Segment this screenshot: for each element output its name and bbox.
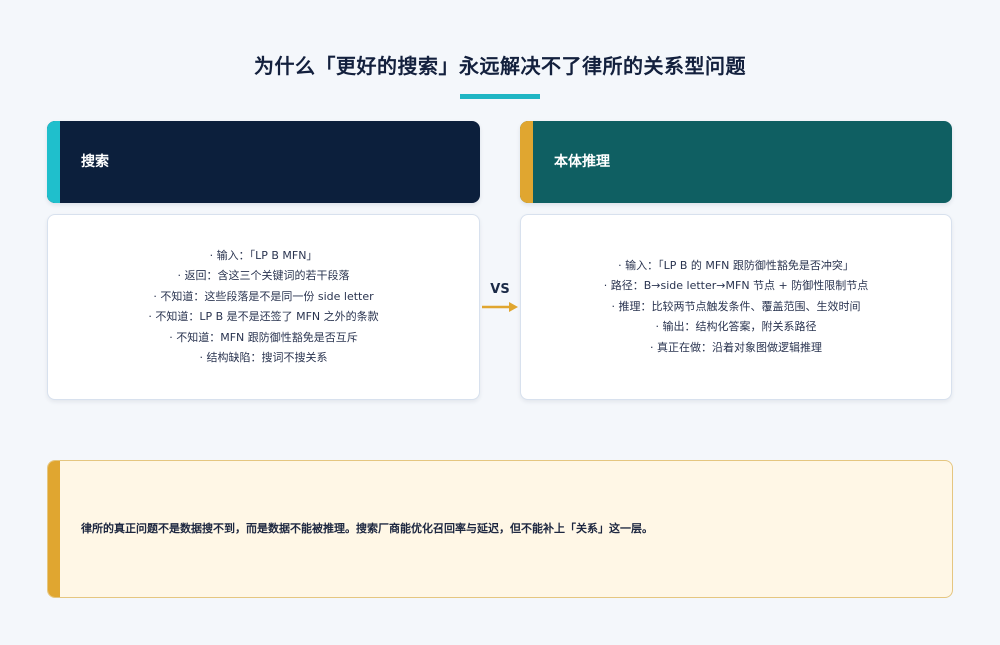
ontology-header-card: 本体推理 <box>520 121 952 203</box>
vs-label: VS <box>490 282 510 297</box>
search-detail-line: · 不知道：LP B 是不是还签了 MFN 之外的条款 <box>148 310 379 323</box>
search-detail-line: · 返回：含这三个关键词的若干段落 <box>177 269 350 282</box>
search-header-accent <box>47 121 60 203</box>
conclusion-accent <box>48 461 60 597</box>
ontology-detail-card: · 输入：「LP B 的 MFN 跟防御性豁免是否冲突」 · 路径：B→side… <box>520 214 952 400</box>
ontology-detail-line: · 推理：比较两节点触发条件、覆盖范围、生效时间 <box>611 299 861 313</box>
conclusion-text: 律所的真正问题不是数据搜不到，而是数据不能被推理。搜索厂商能优化召回率与延迟，但… <box>81 522 653 535</box>
search-detail-line: · 不知道：MFN 跟防御性豁免是否互斥 <box>169 330 358 344</box>
page-title: 为什么「更好的搜索」永远解决不了律所的关系型问题 <box>254 54 746 78</box>
search-detail-line: · 输入：「LP B MFN」 <box>209 248 318 262</box>
search-header-label: 搜索 <box>81 154 109 170</box>
search-header-card: 搜索 <box>47 121 480 203</box>
title-underline <box>460 94 540 99</box>
ontology-detail-line: · 输出：结构化答案，附关系路径 <box>655 320 817 334</box>
conclusion-card: 律所的真正问题不是数据搜不到，而是数据不能被推理。搜索厂商能优化召回率与延迟，但… <box>47 460 953 598</box>
search-detail-line: · 不知道：这些段落是不是同一份 side letter <box>153 289 374 303</box>
ontology-header-accent <box>520 121 533 203</box>
ontology-detail-line: · 输入：「LP B 的 MFN 跟防御性豁免是否冲突」 <box>618 258 854 272</box>
vs-arrow-icon <box>482 302 518 312</box>
search-detail-line: · 结构缺陷：搜词不搜关系 <box>199 351 328 364</box>
ontology-detail-line: · 真正在做：沿着对象图做逻辑推理 <box>650 340 822 354</box>
ontology-header-label: 本体推理 <box>554 154 610 170</box>
search-detail-card: · 输入：「LP B MFN」 · 返回：含这三个关键词的若干段落 · 不知道：… <box>47 214 480 400</box>
ontology-detail-line: · 路径：B→side letter→MFN 节点 + 防御性限制节点 <box>603 279 869 293</box>
